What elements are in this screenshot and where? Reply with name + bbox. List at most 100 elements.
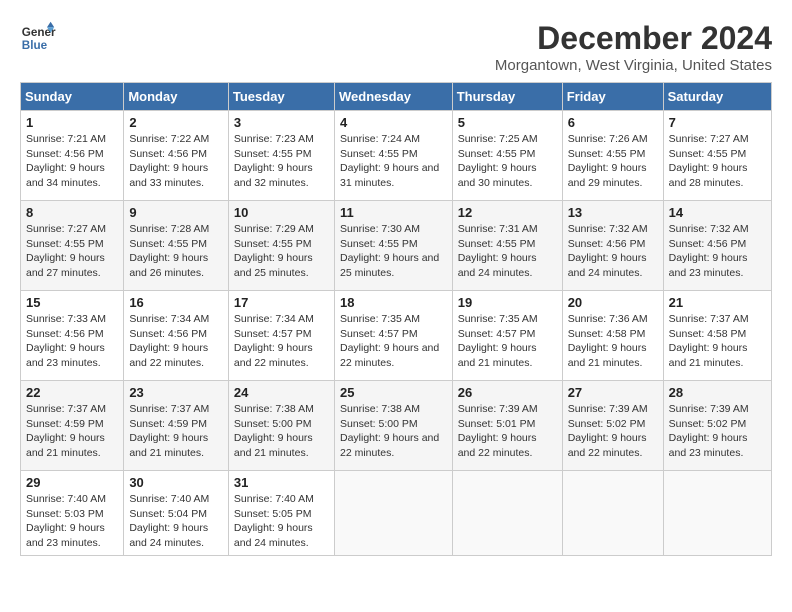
day-info: Sunrise: 7:36 AMSunset: 4:58 PMDaylight:…	[568, 313, 648, 369]
day-number: 25	[340, 385, 447, 400]
day-info: Sunrise: 7:24 AMSunset: 4:55 PMDaylight:…	[340, 133, 439, 189]
day-number: 1	[26, 115, 118, 130]
header-monday: Monday	[124, 83, 229, 111]
day-number: 4	[340, 115, 447, 130]
calendar-cell: 16 Sunrise: 7:34 AMSunset: 4:56 PMDaylig…	[124, 291, 229, 381]
calendar-cell	[334, 471, 452, 556]
calendar-cell: 8 Sunrise: 7:27 AMSunset: 4:55 PMDayligh…	[21, 201, 124, 291]
day-number: 5	[458, 115, 557, 130]
day-info: Sunrise: 7:35 AMSunset: 4:57 PMDaylight:…	[458, 313, 538, 369]
calendar-cell: 9 Sunrise: 7:28 AMSunset: 4:55 PMDayligh…	[124, 201, 229, 291]
calendar-cell: 6 Sunrise: 7:26 AMSunset: 4:55 PMDayligh…	[562, 111, 663, 201]
calendar-cell: 13 Sunrise: 7:32 AMSunset: 4:56 PMDaylig…	[562, 201, 663, 291]
day-number: 17	[234, 295, 329, 310]
calendar-cell: 5 Sunrise: 7:25 AMSunset: 4:55 PMDayligh…	[452, 111, 562, 201]
calendar-cell: 18 Sunrise: 7:35 AMSunset: 4:57 PMDaylig…	[334, 291, 452, 381]
month-title: December 2024	[495, 20, 772, 57]
day-number: 10	[234, 205, 329, 220]
calendar-cell: 4 Sunrise: 7:24 AMSunset: 4:55 PMDayligh…	[334, 111, 452, 201]
day-info: Sunrise: 7:25 AMSunset: 4:55 PMDaylight:…	[458, 133, 538, 189]
day-number: 28	[669, 385, 766, 400]
day-info: Sunrise: 7:39 AMSunset: 5:01 PMDaylight:…	[458, 403, 538, 459]
calendar-cell: 12 Sunrise: 7:31 AMSunset: 4:55 PMDaylig…	[452, 201, 562, 291]
day-info: Sunrise: 7:38 AMSunset: 5:00 PMDaylight:…	[340, 403, 439, 459]
day-info: Sunrise: 7:34 AMSunset: 4:56 PMDaylight:…	[129, 313, 209, 369]
day-number: 21	[669, 295, 766, 310]
header-tuesday: Tuesday	[228, 83, 334, 111]
day-number: 9	[129, 205, 223, 220]
day-number: 26	[458, 385, 557, 400]
calendar-cell: 10 Sunrise: 7:29 AMSunset: 4:55 PMDaylig…	[228, 201, 334, 291]
location-title: Morgantown, West Virginia, United States	[495, 57, 772, 74]
day-number: 13	[568, 205, 658, 220]
calendar-week-4: 22 Sunrise: 7:37 AMSunset: 4:59 PMDaylig…	[21, 381, 772, 471]
day-number: 24	[234, 385, 329, 400]
day-number: 16	[129, 295, 223, 310]
day-number: 2	[129, 115, 223, 130]
day-info: Sunrise: 7:32 AMSunset: 4:56 PMDaylight:…	[669, 223, 749, 279]
logo: General Blue	[20, 20, 56, 56]
calendar-week-1: 1 Sunrise: 7:21 AMSunset: 4:56 PMDayligh…	[21, 111, 772, 201]
header-saturday: Saturday	[663, 83, 771, 111]
day-number: 6	[568, 115, 658, 130]
day-number: 18	[340, 295, 447, 310]
calendar-cell: 27 Sunrise: 7:39 AMSunset: 5:02 PMDaylig…	[562, 381, 663, 471]
day-number: 14	[669, 205, 766, 220]
day-info: Sunrise: 7:28 AMSunset: 4:55 PMDaylight:…	[129, 223, 209, 279]
day-number: 7	[669, 115, 766, 130]
day-info: Sunrise: 7:22 AMSunset: 4:56 PMDaylight:…	[129, 133, 209, 189]
calendar-cell: 14 Sunrise: 7:32 AMSunset: 4:56 PMDaylig…	[663, 201, 771, 291]
header-sunday: Sunday	[21, 83, 124, 111]
day-number: 20	[568, 295, 658, 310]
calendar-header-row: SundayMondayTuesdayWednesdayThursdayFrid…	[21, 83, 772, 111]
day-number: 19	[458, 295, 557, 310]
calendar-cell: 30 Sunrise: 7:40 AMSunset: 5:04 PMDaylig…	[124, 471, 229, 556]
day-info: Sunrise: 7:40 AMSunset: 5:04 PMDaylight:…	[129, 493, 209, 549]
day-info: Sunrise: 7:21 AMSunset: 4:56 PMDaylight:…	[26, 133, 106, 189]
day-info: Sunrise: 7:40 AMSunset: 5:05 PMDaylight:…	[234, 493, 314, 549]
day-number: 12	[458, 205, 557, 220]
calendar-cell: 1 Sunrise: 7:21 AMSunset: 4:56 PMDayligh…	[21, 111, 124, 201]
day-info: Sunrise: 7:40 AMSunset: 5:03 PMDaylight:…	[26, 493, 106, 549]
day-number: 30	[129, 475, 223, 490]
calendar-cell: 15 Sunrise: 7:33 AMSunset: 4:56 PMDaylig…	[21, 291, 124, 381]
calendar-cell: 23 Sunrise: 7:37 AMSunset: 4:59 PMDaylig…	[124, 381, 229, 471]
day-info: Sunrise: 7:39 AMSunset: 5:02 PMDaylight:…	[669, 403, 749, 459]
day-number: 27	[568, 385, 658, 400]
day-info: Sunrise: 7:35 AMSunset: 4:57 PMDaylight:…	[340, 313, 439, 369]
title-area: December 2024 Morgantown, West Virginia,…	[495, 20, 772, 74]
day-info: Sunrise: 7:33 AMSunset: 4:56 PMDaylight:…	[26, 313, 106, 369]
day-info: Sunrise: 7:27 AMSunset: 4:55 PMDaylight:…	[669, 133, 749, 189]
day-info: Sunrise: 7:38 AMSunset: 5:00 PMDaylight:…	[234, 403, 314, 459]
calendar-cell: 22 Sunrise: 7:37 AMSunset: 4:59 PMDaylig…	[21, 381, 124, 471]
header: General Blue December 2024 Morgantown, W…	[20, 20, 772, 74]
day-info: Sunrise: 7:37 AMSunset: 4:59 PMDaylight:…	[129, 403, 209, 459]
day-info: Sunrise: 7:29 AMSunset: 4:55 PMDaylight:…	[234, 223, 314, 279]
calendar-cell	[663, 471, 771, 556]
day-info: Sunrise: 7:30 AMSunset: 4:55 PMDaylight:…	[340, 223, 439, 279]
day-number: 23	[129, 385, 223, 400]
calendar-cell: 20 Sunrise: 7:36 AMSunset: 4:58 PMDaylig…	[562, 291, 663, 381]
calendar-cell: 24 Sunrise: 7:38 AMSunset: 5:00 PMDaylig…	[228, 381, 334, 471]
day-number: 8	[26, 205, 118, 220]
calendar-cell: 17 Sunrise: 7:34 AMSunset: 4:57 PMDaylig…	[228, 291, 334, 381]
day-number: 22	[26, 385, 118, 400]
day-info: Sunrise: 7:37 AMSunset: 4:59 PMDaylight:…	[26, 403, 106, 459]
calendar-cell: 2 Sunrise: 7:22 AMSunset: 4:56 PMDayligh…	[124, 111, 229, 201]
day-info: Sunrise: 7:39 AMSunset: 5:02 PMDaylight:…	[568, 403, 648, 459]
calendar-cell: 19 Sunrise: 7:35 AMSunset: 4:57 PMDaylig…	[452, 291, 562, 381]
day-number: 11	[340, 205, 447, 220]
calendar-cell	[452, 471, 562, 556]
day-info: Sunrise: 7:32 AMSunset: 4:56 PMDaylight:…	[568, 223, 648, 279]
calendar-cell	[562, 471, 663, 556]
calendar-table: SundayMondayTuesdayWednesdayThursdayFrid…	[20, 82, 772, 556]
calendar-cell: 11 Sunrise: 7:30 AMSunset: 4:55 PMDaylig…	[334, 201, 452, 291]
calendar-cell: 26 Sunrise: 7:39 AMSunset: 5:01 PMDaylig…	[452, 381, 562, 471]
calendar-cell: 21 Sunrise: 7:37 AMSunset: 4:58 PMDaylig…	[663, 291, 771, 381]
day-number: 31	[234, 475, 329, 490]
day-info: Sunrise: 7:27 AMSunset: 4:55 PMDaylight:…	[26, 223, 106, 279]
day-info: Sunrise: 7:31 AMSunset: 4:55 PMDaylight:…	[458, 223, 538, 279]
calendar-week-3: 15 Sunrise: 7:33 AMSunset: 4:56 PMDaylig…	[21, 291, 772, 381]
calendar-week-2: 8 Sunrise: 7:27 AMSunset: 4:55 PMDayligh…	[21, 201, 772, 291]
calendar-week-5: 29 Sunrise: 7:40 AMSunset: 5:03 PMDaylig…	[21, 471, 772, 556]
